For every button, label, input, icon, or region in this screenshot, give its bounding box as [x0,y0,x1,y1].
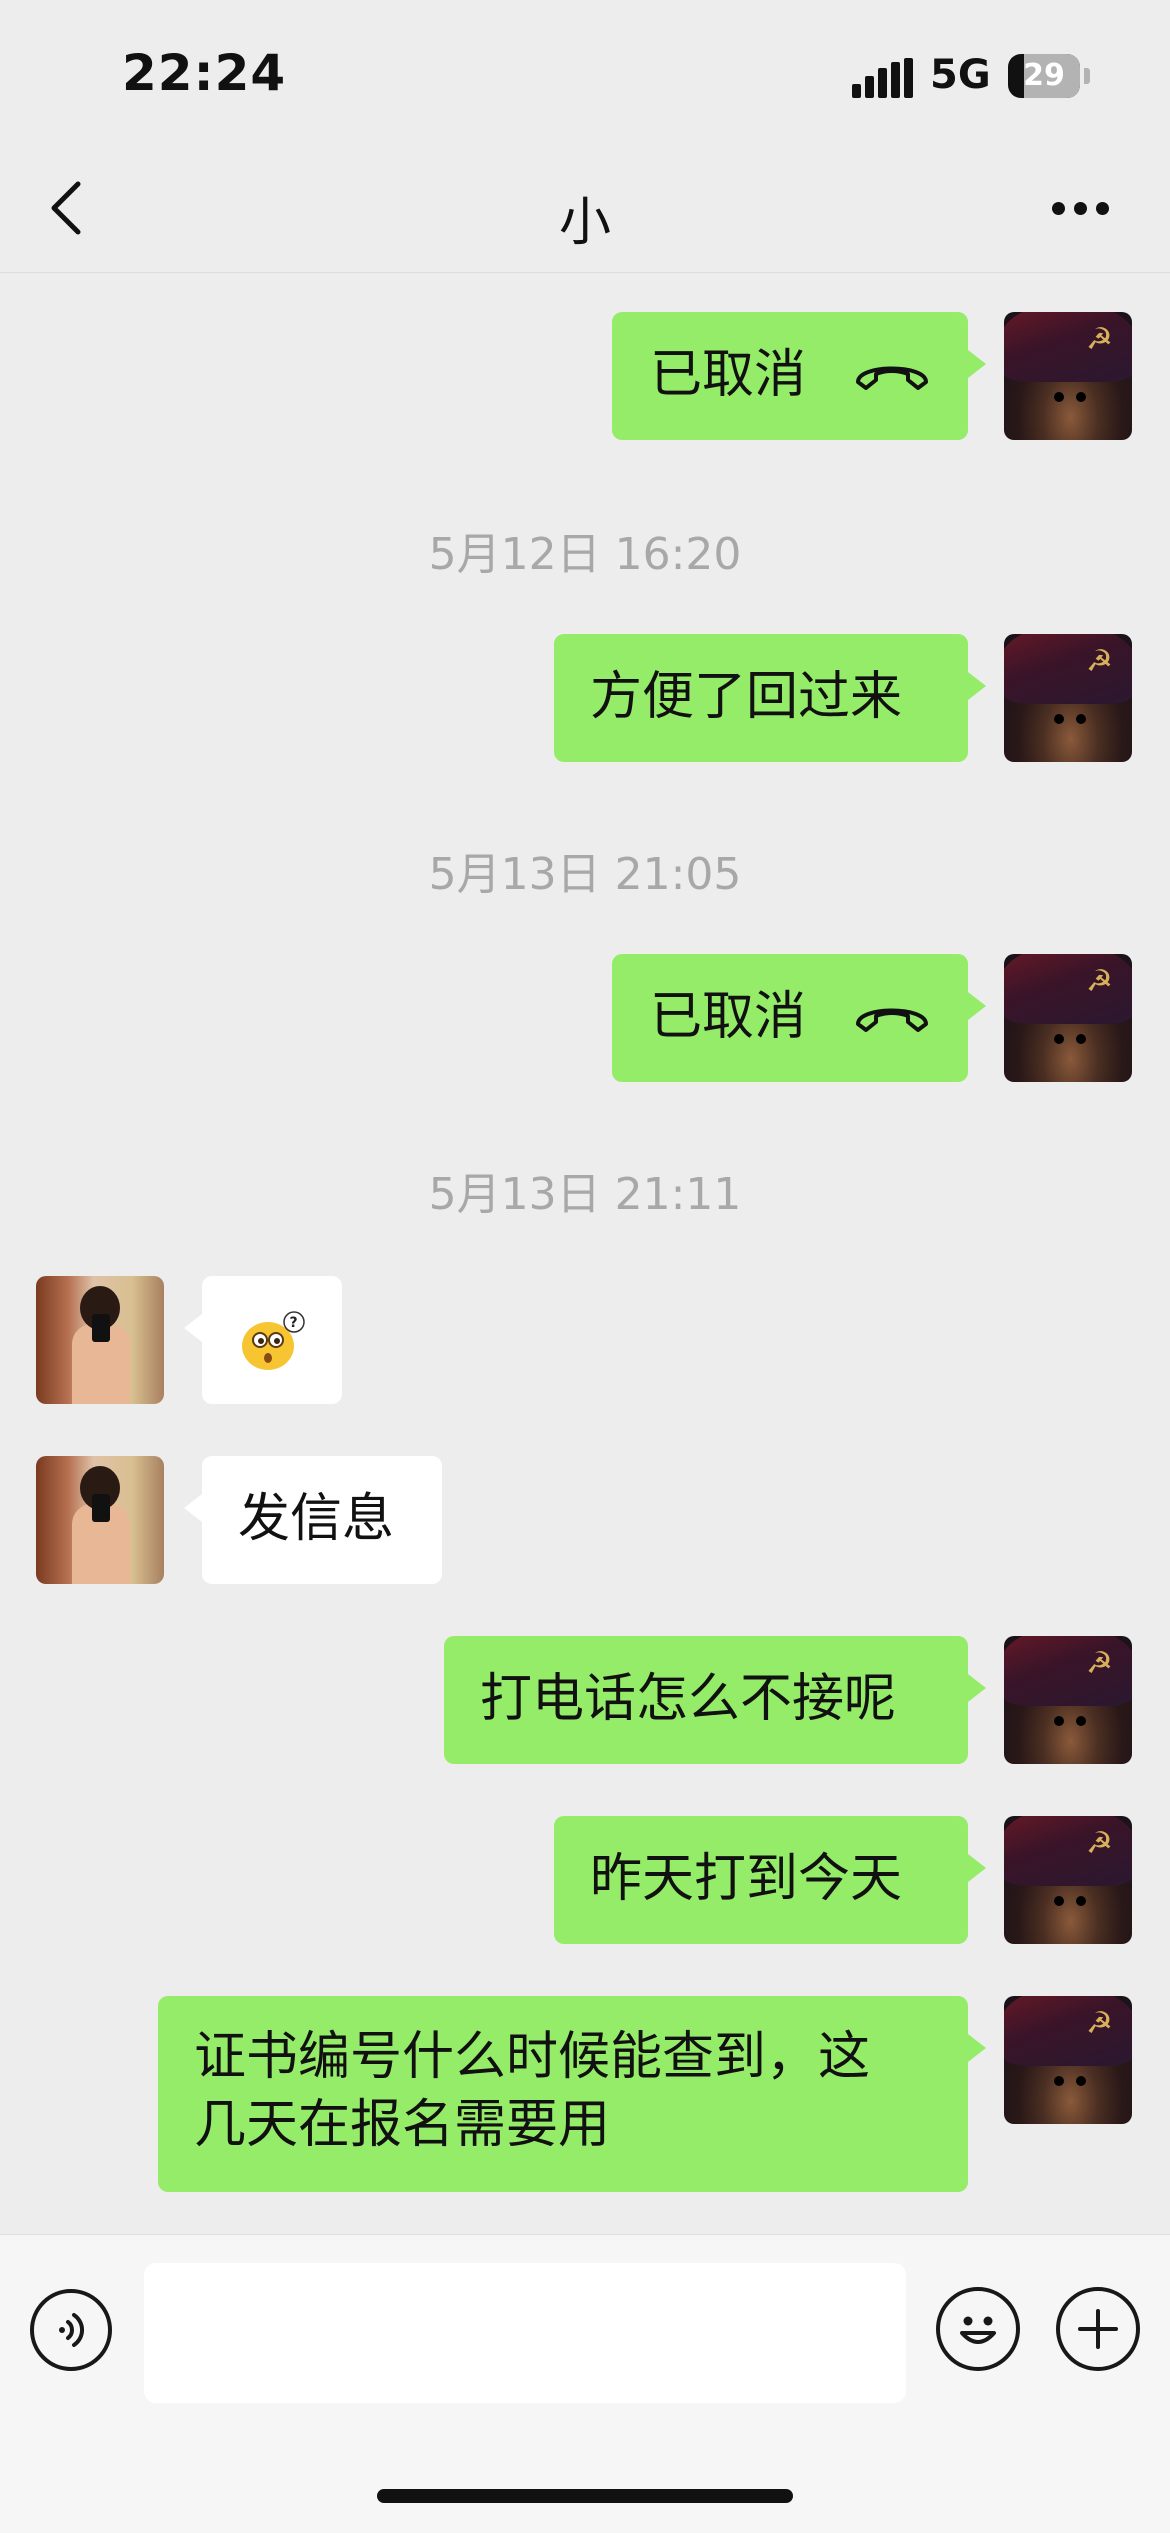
message-bubble[interactable]: 发信息 [184,1456,442,1584]
status-bar: 22:24 5G 29 [0,0,1170,150]
message-bubble[interactable]: 方便了回过来 [554,634,986,762]
chat-title: 小 [558,193,611,253]
svg-text:?: ? [290,1315,298,1331]
plus-icon[interactable] [1056,2287,1140,2371]
timestamp: 5月13日 21:11 [428,1169,742,1220]
message-text: 发信息 [238,1489,395,1549]
message-input[interactable] [144,2263,906,2403]
hang-up-icon [856,366,928,390]
message-bubble[interactable]: 打电话怎么不接呢 [444,1636,986,1764]
contact-avatar[interactable] [36,1456,164,1584]
battery-icon: 29 [1008,54,1080,98]
input-bar [0,2234,1170,2533]
contact-avatar[interactable] [36,1276,164,1404]
message-text: 已取消 [650,345,807,405]
message-text: 已取消 [650,987,807,1047]
my-avatar[interactable]: ☭ [1004,312,1132,440]
more-icon[interactable] [1046,198,1116,218]
message-text: 方便了回过来 [590,667,903,727]
network-type: 5G [930,52,991,98]
cellular-signal-icon [852,58,914,98]
message-bubble-emoji[interactable]: ? [184,1276,342,1404]
message-text: 昨天打到今天 [590,1849,903,1909]
battery-level-text: 29 [1023,58,1065,93]
confused-face-emoji: ? [242,1311,305,1370]
message-text: 打电话怎么不接呢 [480,1669,897,1729]
message-bubble[interactable]: 昨天打到今天 [554,1816,986,1944]
my-avatar[interactable]: ☭ [1004,634,1132,762]
timestamp: 5月12日 16:20 [428,529,742,580]
my-avatar[interactable]: ☭ [1004,1636,1132,1764]
chat-header: 小 [0,150,1170,273]
voice-icon[interactable] [30,2289,112,2371]
timestamp: 5月13日 21:05 [428,849,742,900]
status-time: 22:24 [122,44,287,102]
message-bubble-cancelled-call[interactable]: 已取消 [612,312,986,440]
message-bubble-cancelled-call[interactable]: 已取消 [612,954,986,1082]
my-avatar[interactable]: ☭ [1004,1996,1132,2124]
message-text-line-2: 几天在报名需要用 [194,2095,611,2155]
hang-up-icon [856,1008,928,1032]
my-avatar[interactable]: ☭ [1004,954,1132,1082]
message-list[interactable]: 已取消 ☭ 5月12日 16:20 方便了回过来 ☭ 5月13日 21:05 已… [0,272,1170,2234]
emoji-icon[interactable] [936,2287,1020,2371]
message-text-line-1: 证书编号什么时候能查到，这 [194,2027,871,2087]
message-bubble[interactable]: 证书编号什么时候能查到，这 几天在报名需要用 [158,1996,986,2192]
my-avatar[interactable]: ☭ [1004,1816,1132,1944]
battery-tip [1084,68,1090,84]
home-indicator[interactable] [377,2489,793,2503]
